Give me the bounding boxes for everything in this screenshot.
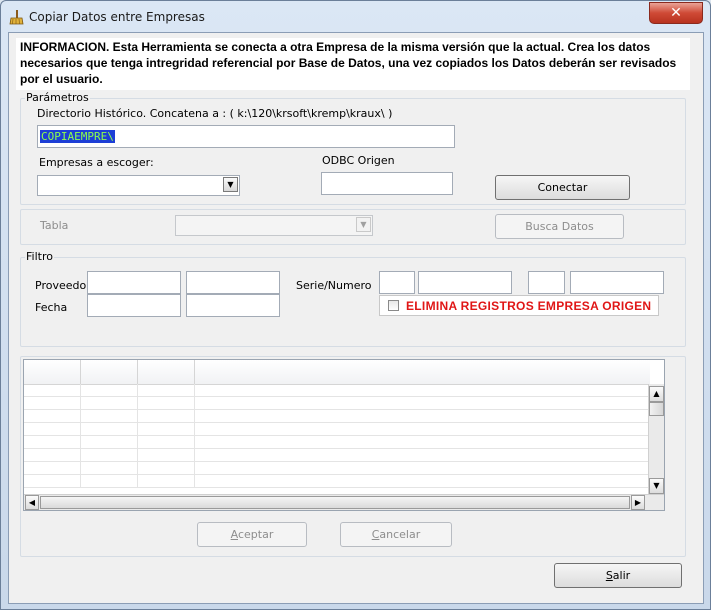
- directorio-input[interactable]: COPIAEMPRE\: [37, 125, 455, 148]
- serie-numero-label: Serie/Numero: [296, 279, 372, 292]
- serie-from-input[interactable]: [379, 271, 415, 294]
- info-text: INFORMACION. Esta Herramienta se conecta…: [16, 38, 690, 90]
- conectar-button[interactable]: Conectar: [495, 175, 630, 200]
- numero-to-input[interactable]: [570, 271, 664, 294]
- tabla-select[interactable]: ▼: [175, 215, 373, 236]
- empresas-dropdown-button[interactable]: ▼: [223, 177, 238, 192]
- parametros-legend: Parámetros: [25, 91, 90, 104]
- cancelar-button[interactable]: Cancelar: [340, 522, 452, 547]
- close-button[interactable]: ✕: [649, 2, 703, 24]
- fecha-label: Fecha: [35, 301, 68, 314]
- table-row[interactable]: [24, 423, 650, 436]
- elimina-registros-label: ELIMINA REGISTROS EMPRESA ORIGEN: [406, 299, 652, 313]
- broom-icon: [9, 10, 24, 25]
- grid-column-header[interactable]: [24, 360, 81, 384]
- busca-datos-button[interactable]: Busca Datos: [495, 214, 624, 239]
- horizontal-scroll-thumb[interactable]: [40, 496, 630, 509]
- arrow-down-icon: ▼: [653, 481, 660, 490]
- arrow-up-icon: ▲: [653, 389, 660, 398]
- numero-from-input[interactable]: [418, 271, 512, 294]
- arrow-right-icon: ▶: [634, 498, 642, 507]
- vertical-scrollbar[interactable]: ▲ ▼: [648, 384, 664, 494]
- odbc-input[interactable]: [321, 172, 453, 195]
- scroll-left-button[interactable]: ◀: [25, 495, 39, 510]
- grid-column-header[interactable]: [195, 360, 650, 384]
- table-row[interactable]: [24, 449, 650, 462]
- aceptar-button[interactable]: Aceptar: [197, 522, 307, 547]
- vertical-scroll-thumb[interactable]: [649, 402, 664, 416]
- empresas-label: Empresas a escoger:: [39, 156, 154, 169]
- directorio-value: COPIAEMPRE\: [40, 130, 115, 143]
- table-row[interactable]: [24, 410, 650, 423]
- dialog-body: INFORMACION. Esta Herramienta se conecta…: [8, 32, 704, 604]
- horizontal-scrollbar[interactable]: ◀ ▶: [24, 494, 664, 510]
- title-bar[interactable]: Copiar Datos entre Empresas ✕: [1, 1, 710, 33]
- chevron-down-icon: ▼: [360, 220, 367, 229]
- empresas-select[interactable]: ▼: [37, 175, 240, 196]
- arrow-left-icon: ◀: [28, 498, 36, 507]
- table-row[interactable]: [24, 384, 650, 397]
- tabla-label: Tabla: [40, 219, 69, 232]
- proveedor-to-input[interactable]: [186, 271, 280, 294]
- scroll-down-button[interactable]: ▼: [649, 478, 664, 494]
- grid-header: [24, 360, 650, 385]
- table-row[interactable]: [24, 475, 650, 488]
- chevron-down-icon: ▼: [227, 180, 234, 189]
- proveedor-label: Proveedor: [35, 279, 91, 292]
- tabla-dropdown-button[interactable]: ▼: [356, 217, 371, 232]
- elimina-registros-option[interactable]: ELIMINA REGISTROS EMPRESA ORIGEN: [379, 295, 659, 316]
- salir-button[interactable]: Salir: [554, 563, 682, 588]
- table-row[interactable]: [24, 397, 650, 410]
- table-row[interactable]: [24, 436, 650, 449]
- grid-column-header[interactable]: [81, 360, 138, 384]
- odbc-label: ODBC Origen: [322, 154, 395, 167]
- grid-column-header[interactable]: [138, 360, 195, 384]
- elimina-registros-checkbox[interactable]: [388, 300, 399, 311]
- fecha-from-input[interactable]: [87, 294, 181, 317]
- scroll-up-button[interactable]: ▲: [649, 386, 664, 402]
- proveedor-from-input[interactable]: [87, 271, 181, 294]
- data-grid[interactable]: ▲ ▼ ◀ ▶: [23, 359, 665, 511]
- app-window: Copiar Datos entre Empresas ✕ INFORMACIO…: [0, 0, 711, 610]
- fecha-to-input[interactable]: [186, 294, 280, 317]
- directorio-label: Directorio Histórico. Concatena a : ( k:…: [37, 107, 393, 120]
- window-title: Copiar Datos entre Empresas: [29, 10, 205, 24]
- scroll-right-button[interactable]: ▶: [631, 495, 645, 510]
- close-icon: ✕: [670, 5, 682, 21]
- filtro-legend: Filtro: [25, 250, 54, 263]
- serie-to-input[interactable]: [528, 271, 565, 294]
- table-row[interactable]: [24, 462, 650, 475]
